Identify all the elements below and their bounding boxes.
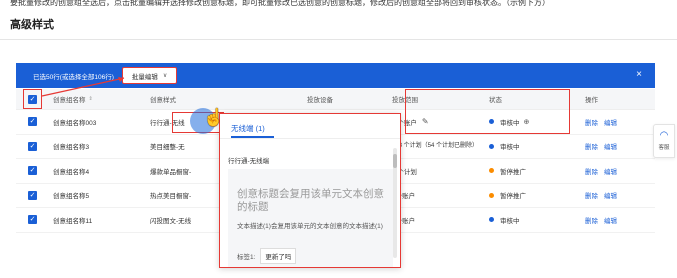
delete-link[interactable]: 删除 <box>585 166 598 176</box>
row-checkbox[interactable]: ✓ <box>28 117 37 127</box>
header-status: 状态 <box>489 97 502 104</box>
edit-link[interactable]: 编辑 <box>604 215 617 225</box>
tag-prefix: 标签1: <box>237 254 256 261</box>
tab-wireless[interactable]: 无线端 (1) <box>231 123 265 134</box>
row-status: 暂停推广 <box>489 159 585 183</box>
status-dot <box>489 119 494 125</box>
delete-link[interactable]: 删除 <box>585 141 598 151</box>
edit-link[interactable]: 编辑 <box>604 141 617 151</box>
preview-subtitle: 行行通-无线端 <box>228 158 270 165</box>
customer-service-widget[interactable]: ◠ 客服 <box>653 124 675 158</box>
preview-card: 创意标题会复用该单元文本创意的标题 文本描述(1)会复用该单元的文本创意的文本描… <box>228 169 393 267</box>
creative-preview-popover: 无线端 (1) 行行通-无线端 创意标题会复用该单元文本创意的标题 文本描述(1… <box>219 113 401 268</box>
delete-link[interactable]: 删除 <box>585 190 598 200</box>
divider <box>220 138 400 139</box>
status-dot <box>489 217 494 223</box>
delete-link[interactable]: 删除 <box>585 117 598 127</box>
row-status: 审核中 ⊕ <box>489 110 585 134</box>
delete-link[interactable]: 删除 <box>585 215 598 225</box>
status-dot <box>489 143 494 149</box>
status-text: 审核中 <box>500 144 520 152</box>
row-name: 创意组名称3 <box>53 144 90 152</box>
status-text: 暂停推广 <box>500 168 526 176</box>
batch-edit-button[interactable]: 批量编辑 ∨ <box>121 67 178 84</box>
divider <box>0 39 677 40</box>
row-status: 审核中 <box>489 135 585 159</box>
batch-edit-label: 批量编辑 <box>131 73 158 81</box>
row-range: 1个账户 <box>392 193 416 201</box>
select-all-checkbox[interactable]: ✓ <box>28 94 37 104</box>
row-checkbox[interactable]: ✓ <box>28 166 37 176</box>
info-icon[interactable]: ⊕ <box>524 118 530 126</box>
status-text: 审核中 <box>500 119 520 127</box>
preview-description: 文本描述(1)会复用该单元的文本创意的文本描述(1) <box>237 223 383 230</box>
edit-icon[interactable]: ✎ <box>422 117 429 126</box>
tag-chip: 更新了吗 <box>260 248 297 264</box>
row-name: 创意组名称4 <box>53 168 90 176</box>
status-text: 审核中 <box>500 217 520 225</box>
headset-icon: ◠ <box>659 130 669 141</box>
chevron-down-icon: ∨ <box>162 73 168 79</box>
instruction-caption: 要批量修改的创意组全选后，点击批量编辑并选择修改创意标题，即可批量修改已选创意的… <box>10 0 550 7</box>
customer-service-label: 客服 <box>658 145 670 151</box>
annotation-arrow <box>41 77 125 97</box>
header-op: 操作 <box>585 97 598 104</box>
page-title: 高级样式 <box>10 19 54 31</box>
row-name: 创意组名称5 <box>53 193 90 201</box>
row-checkbox[interactable]: ✓ <box>28 190 37 200</box>
edit-link[interactable]: 编辑 <box>604 166 617 176</box>
preview-tag-row: 标签1: 更新了吗 <box>237 248 297 264</box>
close-icon[interactable]: × <box>636 69 642 80</box>
header-style: 创意样式 <box>150 97 176 104</box>
header-range: 投放范围 <box>392 97 418 104</box>
row-range: 1 个计划 <box>392 168 417 176</box>
status-dot <box>489 168 494 174</box>
row-range: 408 个计划（54 个计划已删除） <box>392 143 479 150</box>
row-status: 暂停推广 <box>489 184 585 208</box>
row-name: 创意组名称11 <box>53 217 93 225</box>
row-status: 审核中 <box>489 208 585 232</box>
hand-cursor-icon: ☝ <box>203 108 225 127</box>
row-checkbox[interactable]: ✓ <box>28 141 37 151</box>
edit-link[interactable]: 编辑 <box>604 190 617 200</box>
scrollbar-thumb[interactable] <box>393 154 397 168</box>
row-range: 1 个账户 ✎ <box>392 110 489 134</box>
edit-link[interactable]: 编辑 <box>604 117 617 127</box>
status-text: 暂停推广 <box>500 193 526 201</box>
row-range: 1个账户 <box>392 217 416 225</box>
preview-headline: 创意标题会复用该单元文本创意的标题 <box>237 188 384 213</box>
header-device: 投放设备 <box>307 97 333 104</box>
row-checkbox[interactable]: ✓ <box>28 215 37 225</box>
row-name: 创意组名称003 <box>53 119 97 127</box>
status-dot <box>489 192 494 198</box>
